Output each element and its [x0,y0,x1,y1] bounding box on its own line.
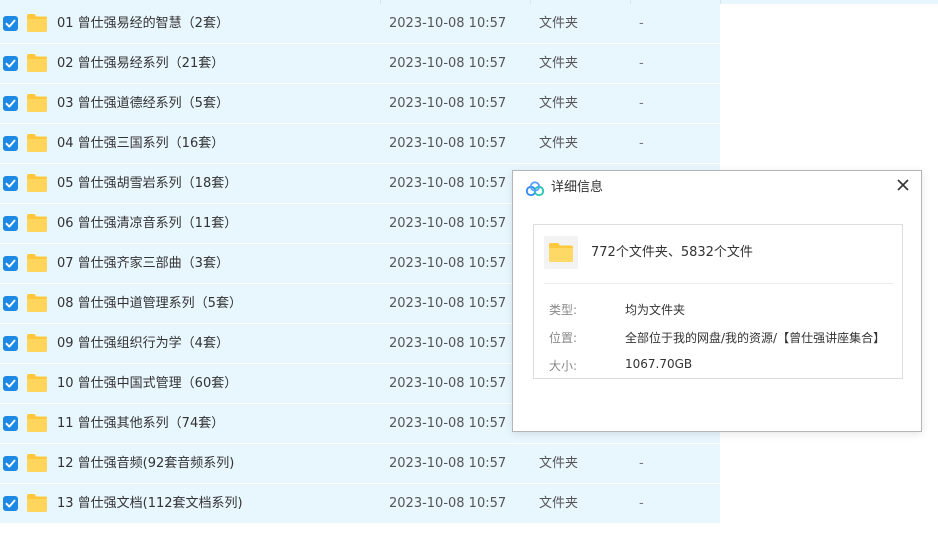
file-name[interactable]: 03 曾仕强道德经系列（5套） [57,84,229,123]
close-icon[interactable] [893,175,913,195]
modified-time: 2023-10-08 10:57 [389,176,507,191]
file-name[interactable]: 07 曾仕强齐家三部曲（3套） [57,244,229,283]
file-name[interactable]: 01 曾仕强易经的智慧（2套） [57,4,229,43]
table-row[interactable]: 03 曾仕强道德经系列（5套） 2023-10-08 10:57 文件夹 - [0,84,720,124]
folder-icon [26,213,48,233]
row-checkbox[interactable] [3,496,18,511]
location-label: 位置: [549,331,578,345]
row-checkbox[interactable] [3,96,18,111]
table-row[interactable]: 04 曾仕强三国系列（16套） 2023-10-08 10:57 文件夹 - [0,124,720,164]
table-row[interactable]: 01 曾仕强易经的智慧（2套） 2023-10-08 10:57 文件夹 - [0,4,720,44]
file-size: - [639,96,644,111]
file-type: 文件夹 [539,56,579,71]
folder-icon [26,13,48,33]
folder-icon [26,493,48,513]
table-row[interactable]: 13 曾仕强文档(112套文档系列) 2023-10-08 10:57 文件夹 - [0,484,720,524]
details-dialog: 详细信息 772个文件夹、5832个文件 类型: 均为文件夹 位置: 全部位于我… [512,170,922,432]
file-type: 文件夹 [539,456,579,471]
modified-time: 2023-10-08 10:57 [389,496,507,511]
folder-icon [26,93,48,113]
row-checkbox[interactable] [3,376,18,391]
file-type: 文件夹 [539,136,579,151]
folder-icon [26,333,48,353]
modified-time: 2023-10-08 10:57 [389,136,507,151]
file-size: - [639,496,644,511]
selection-summary: 772个文件夹、5832个文件 [591,245,753,260]
row-checkbox[interactable] [3,416,18,431]
size-value: 1067.70GB [625,357,693,371]
folder-icon [26,53,48,73]
size-label: 大小: [549,359,578,373]
modified-time: 2023-10-08 10:57 [389,16,507,31]
file-type: 文件夹 [539,496,579,511]
file-name[interactable]: 02 曾仕强易经系列（21套） [57,44,224,83]
file-name[interactable]: 13 曾仕强文档(112套文档系列) [57,484,243,523]
modified-time: 2023-10-08 10:57 [389,416,507,431]
file-name[interactable]: 10 曾仕强中国式管理（60套） [57,364,237,403]
folder-thumbnail [544,236,578,269]
folder-icon [26,373,48,393]
modified-time: 2023-10-08 10:57 [389,216,507,231]
folder-icon [26,413,48,433]
type-value: 均为文件夹 [625,303,686,317]
card-divider [544,283,894,284]
modified-time: 2023-10-08 10:57 [389,456,507,471]
folder-icon [26,453,48,473]
file-type: 文件夹 [539,16,579,31]
row-checkbox[interactable] [3,296,18,311]
dialog-title: 详细信息 [551,180,604,195]
dialog-header: 详细信息 [513,171,921,207]
row-checkbox[interactable] [3,176,18,191]
row-checkbox[interactable] [3,16,18,31]
file-name[interactable]: 12 曾仕强音频(92套音频系列) [57,444,234,483]
row-checkbox[interactable] [3,336,18,351]
file-name[interactable]: 08 曾仕强中道管理系列（5套） [57,284,242,323]
file-size: - [639,136,644,151]
file-size: - [639,456,644,471]
modified-time: 2023-10-08 10:57 [389,336,507,351]
file-name[interactable]: 04 曾仕强三国系列（16套） [57,124,224,163]
folder-icon [549,243,573,262]
row-checkbox[interactable] [3,216,18,231]
type-label: 类型: [549,303,578,317]
table-row[interactable]: 02 曾仕强易经系列（21套） 2023-10-08 10:57 文件夹 - [0,44,720,84]
modified-time: 2023-10-08 10:57 [389,296,507,311]
file-name[interactable]: 09 曾仕强组织行为学（4套） [57,324,229,363]
folder-icon [26,293,48,313]
folder-icon [26,253,48,273]
modified-time: 2023-10-08 10:57 [389,376,507,391]
row-checkbox[interactable] [3,256,18,271]
row-checkbox[interactable] [3,456,18,471]
modified-time: 2023-10-08 10:57 [389,96,507,111]
column-divider[interactable] [720,0,721,4]
folder-icon [26,133,48,153]
file-size: - [639,16,644,31]
row-checkbox[interactable] [3,56,18,71]
file-name[interactable]: 06 曾仕强清凉音系列（11套） [57,204,237,243]
details-card: 772个文件夹、5832个文件 类型: 均为文件夹 位置: 全部位于我的网盘/我… [533,224,903,379]
location-value[interactable]: 全部位于我的网盘/我的资源/【曾仕强讲座集合】 [625,329,885,346]
file-name[interactable]: 11 曾仕强其他系列（74套） [57,404,224,443]
table-row[interactable]: 12 曾仕强音频(92套音频系列) 2023-10-08 10:57 文件夹 - [0,444,720,484]
row-checkbox[interactable] [3,136,18,151]
file-size: - [639,56,644,71]
modified-time: 2023-10-08 10:57 [389,56,507,71]
modified-time: 2023-10-08 10:57 [389,256,507,271]
folder-icon [26,173,48,193]
file-type: 文件夹 [539,96,579,111]
file-name[interactable]: 05 曾仕强胡雪岩系列（18套） [57,164,237,203]
cloud-logo-icon [525,181,545,197]
